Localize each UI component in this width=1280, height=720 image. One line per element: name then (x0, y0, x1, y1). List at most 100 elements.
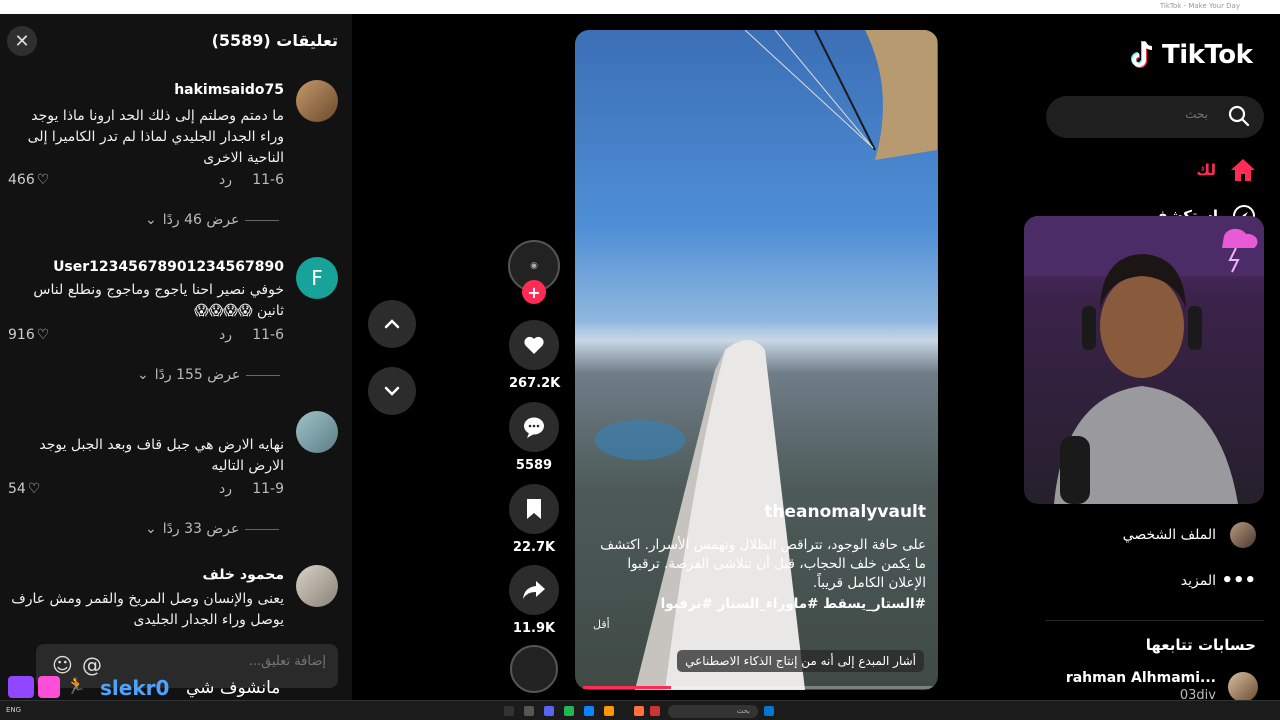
comment-like-count: 466 (8, 172, 35, 188)
firefox-taskbar-icon[interactable] (634, 706, 644, 716)
comment-text: نهايه الارض هي جبل قاف وبعد الجبل يوجد ا… (39, 437, 284, 474)
avatar[interactable] (296, 80, 338, 122)
more-dots-icon: ••• (1221, 570, 1256, 591)
following-account-name: rahman Alhmami... (1065, 670, 1216, 686)
avatar[interactable]: F (296, 257, 338, 299)
comment-action: 5589 (509, 402, 559, 473)
divider (246, 374, 281, 376)
chevron-down-icon: ⌄ (145, 212, 157, 228)
comment-username[interactable]: hakimsaido75 (174, 82, 284, 98)
view-replies-label: عرض 33 ردًا (162, 521, 240, 537)
app-taskbar-icon[interactable] (604, 706, 614, 716)
heart-outline-icon: ♡ (36, 172, 50, 188)
runner-icon: 🏃 (66, 676, 86, 695)
badge-icon (38, 676, 60, 698)
stream-chat-username: slekr0 (100, 676, 170, 700)
video-author[interactable]: theanomalyvault (764, 502, 926, 522)
avatar[interactable] (296, 411, 338, 453)
heart-icon (524, 336, 544, 354)
music-disc[interactable] (510, 645, 558, 693)
comment-button[interactable] (509, 402, 559, 452)
avatar[interactable] (1228, 672, 1258, 702)
chevron-down-icon (384, 386, 400, 396)
search-input[interactable] (1088, 107, 1208, 121)
view-replies-button[interactable]: عرض 33 ردًا ⌄ (145, 521, 280, 537)
comment-username[interactable]: User12345678901234567890 (53, 259, 284, 275)
comment-like-count: 916 (8, 327, 35, 343)
save-action: 22.7K (509, 484, 559, 555)
mention-icon[interactable]: @ (82, 653, 102, 677)
taskbar-search[interactable]: بحث (668, 705, 758, 718)
tiktok-note-icon (1131, 41, 1153, 68)
emoji-icon[interactable]: ☺ (52, 653, 73, 677)
twitch-icon (8, 676, 34, 698)
app-taskbar-icon[interactable] (584, 706, 594, 716)
video-player[interactable]: theanomalyvault على حافة الوجود، تتراقص … (575, 30, 938, 690)
next-video-button[interactable] (368, 367, 416, 415)
view-replies-button[interactable]: عرض 155 ردًا ⌄ (137, 367, 281, 383)
share-count: 11.9K (512, 621, 556, 636)
less-button[interactable]: أقل (593, 618, 610, 631)
system-tray: ENG (6, 706, 21, 714)
following-account[interactable]: rahman Alhmami... 03div (1066, 670, 1216, 703)
bookmark-icon (527, 499, 541, 519)
profile-avatar (1230, 522, 1256, 548)
ai-generated-label: أشار المبدع إلى أنه من إنتاج الذكاء الاص… (677, 650, 924, 672)
comment-date: 11-6 (252, 327, 284, 343)
view-replies-button[interactable]: عرض 46 ردًا ⌄ (145, 212, 280, 228)
home-icon (1231, 159, 1255, 181)
like-count: 267.2K (509, 376, 561, 391)
webcam-overlay (1024, 216, 1264, 504)
comment-date: 11-9 (252, 481, 284, 497)
comment-input[interactable] (146, 654, 326, 669)
stream-chat-message: مانشوف شي (186, 678, 281, 698)
close-comments-button[interactable]: ✕ (7, 26, 37, 56)
divider (245, 219, 280, 221)
like-button[interactable] (509, 320, 559, 370)
discord-taskbar-icon[interactable] (544, 706, 554, 716)
avatar-letter: F (311, 266, 323, 290)
share-icon (523, 581, 545, 599)
comment-like-button[interactable]: 54 ♡ (8, 481, 40, 497)
avatar[interactable] (296, 565, 338, 607)
search-bar (1046, 96, 1264, 138)
view-replies-label: عرض 155 ردًا (154, 367, 241, 383)
follow-button[interactable]: + (522, 280, 546, 304)
search-icon[interactable] (1228, 105, 1250, 127)
comment-date: 11-6 (252, 172, 284, 188)
nav-profile[interactable]: الملف الشخصي (1123, 522, 1256, 548)
tiktok-logo[interactable]: TikTok (1130, 40, 1253, 70)
video-description: على حافة الوجود، تتراقص الظلال وتهمس الأ… (600, 537, 926, 591)
video-progress-bar[interactable] (583, 686, 933, 689)
comment-icon (524, 417, 544, 438)
comment-username[interactable]: محمود خلف (203, 567, 284, 583)
nav-more[interactable]: ••• المزيد (1181, 570, 1256, 591)
like-action: 267.2K (509, 320, 561, 391)
app-taskbar-icon[interactable] (564, 706, 574, 716)
app-taskbar-icon[interactable] (650, 706, 660, 716)
heart-outline-icon: ♡ (36, 327, 50, 343)
windows-start-icon[interactable] (764, 706, 774, 716)
tiktok-taskbar-icon[interactable] (504, 706, 514, 716)
reply-button[interactable]: رد (219, 327, 232, 343)
comment-like-button[interactable]: 466 ♡ (8, 172, 49, 188)
chevron-down-icon: ⌄ (137, 367, 149, 383)
divider (245, 528, 280, 530)
video-hashtags[interactable]: #الستار_يسقط #ماوراء_الستار #ترقبوا (586, 596, 926, 612)
windows-taskbar: ENG بحث (0, 700, 1280, 720)
comment-like-count: 54 (8, 481, 26, 497)
nav-for-you[interactable]: لك (1196, 158, 1256, 182)
reply-button[interactable]: رد (219, 481, 232, 497)
divider (1046, 620, 1264, 621)
save-button[interactable] (509, 484, 559, 534)
comment-like-button[interactable]: 916 ♡ (8, 327, 49, 343)
comment-text: ما دمتم وصلتم إلى ذلك الحد ارونا ماذا يو… (27, 108, 284, 166)
nav-label: لك (1196, 161, 1216, 179)
share-button[interactable] (509, 565, 559, 615)
comments-title: تعليقات (5589) (211, 31, 338, 50)
reply-button[interactable]: رد (219, 172, 232, 188)
previous-video-button[interactable] (368, 300, 416, 348)
app-taskbar-icon[interactable] (524, 706, 534, 716)
chevron-up-icon (384, 319, 400, 329)
keyboard-language[interactable]: ENG (6, 706, 21, 714)
